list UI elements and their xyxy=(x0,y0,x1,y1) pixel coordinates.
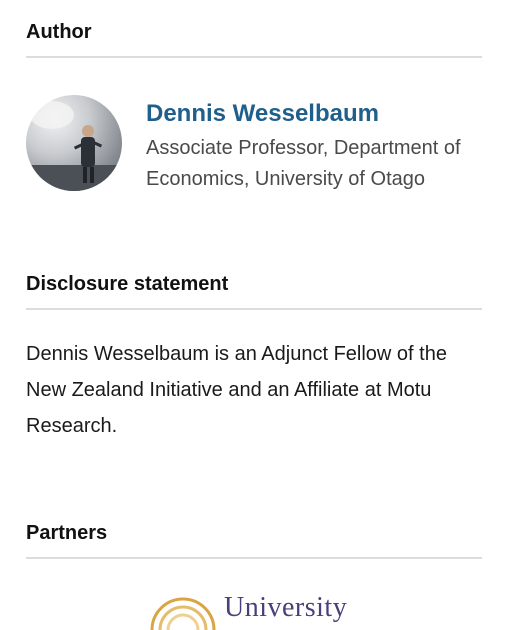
partner-logo-arc-icon xyxy=(150,597,216,630)
partner-logo[interactable]: University xyxy=(148,590,388,630)
disclosure-section-heading: Disclosure statement xyxy=(26,273,482,310)
disclosure-text: Dennis Wesselbaum is an Adjunct Fellow o… xyxy=(26,343,447,437)
author-photo-icon xyxy=(26,101,122,191)
partners-section-heading: Partners xyxy=(26,522,482,559)
author-section-heading: Author xyxy=(26,21,482,58)
author-role: Associate Professor, Department of Econo… xyxy=(146,137,461,190)
partner-logo-text: University xyxy=(224,592,348,623)
author-card: Dennis Wesselbaum Associate Professor, D… xyxy=(26,95,486,195)
author-name-link[interactable]: Dennis Wesselbaum xyxy=(146,100,379,128)
author-avatar[interactable] xyxy=(26,95,122,191)
